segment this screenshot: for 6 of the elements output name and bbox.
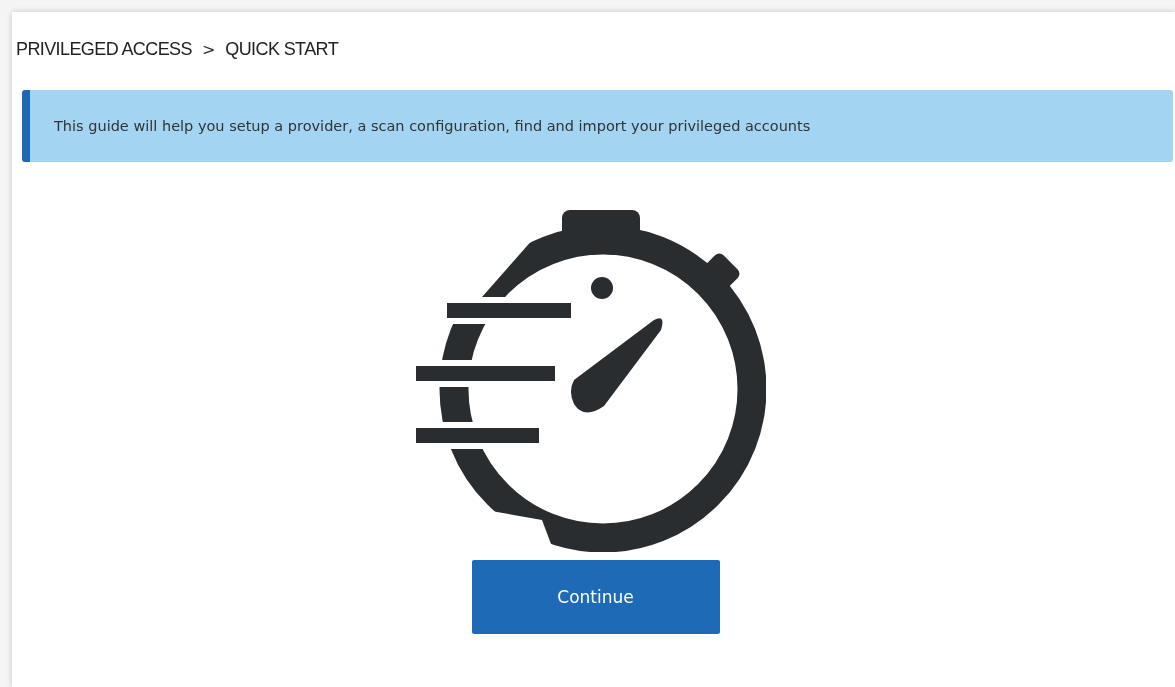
breadcrumb-item[interactable]: QUICK START [225,38,339,60]
stopwatch-icon [413,208,766,552]
info-text: This guide will help you setup a provider, a scan configuration, find and import your privileged accounts [54,118,811,134]
breadcrumb-separator: > [200,39,217,59]
continue-button[interactable]: Continue [471,560,720,634]
breadcrumb-item[interactable]: PRIVILEGED ACCESS [16,38,192,60]
